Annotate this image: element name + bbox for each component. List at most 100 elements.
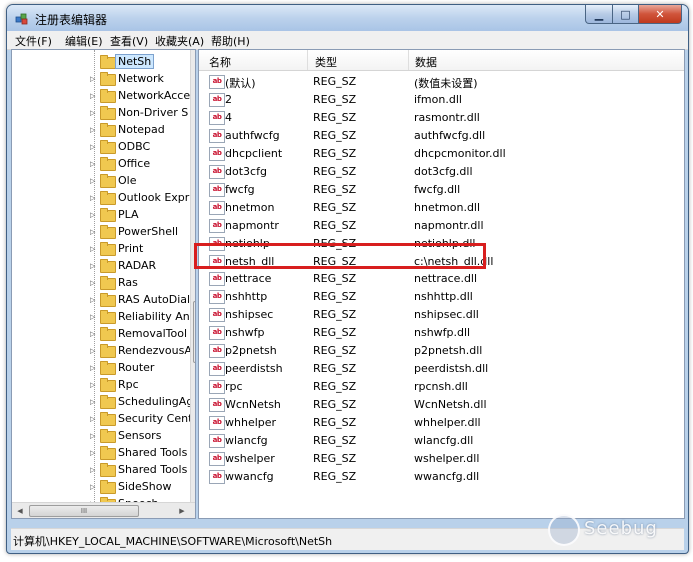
tree-item[interactable]: ▷ RADAR: [12, 258, 195, 274]
list-row[interactable]: ab napmontr REG_SZ napmontr.dll: [199, 216, 684, 234]
list-row[interactable]: ab wlancfg REG_SZ wlancfg.dll: [199, 431, 684, 449]
list-row[interactable]: ab wshelper REG_SZ wshelper.dll: [199, 449, 684, 467]
menu-help[interactable]: 帮助(H): [211, 33, 250, 49]
tree-item[interactable]: ▷ RemovalTool: [12, 326, 195, 342]
list-row[interactable]: ab wwancfg REG_SZ wwancfg.dll: [199, 467, 684, 485]
scroll-up-arrow-icon[interactable]: ▲: [191, 50, 195, 66]
column-header-type[interactable]: 类型: [315, 54, 337, 70]
tree-vertical-scroll-thumb[interactable]: [193, 301, 195, 363]
tree-item[interactable]: ▷ Shared Tools: [12, 462, 195, 478]
scroll-down-arrow-icon[interactable]: ▼: [191, 486, 195, 502]
expand-arrow-icon[interactable]: ▷: [90, 126, 98, 134]
expand-arrow-icon[interactable]: ▷: [90, 177, 98, 185]
expand-arrow-icon[interactable]: ▷: [90, 296, 98, 304]
list-row[interactable]: ab whhelper REG_SZ whhelper.dll: [199, 413, 684, 431]
expand-arrow-icon[interactable]: ▷: [90, 330, 98, 338]
list-row[interactable]: ab 2 REG_SZ ifmon.dll: [199, 90, 684, 108]
reg-sz-icon: ab: [209, 128, 225, 143]
list-row[interactable]: ab dot3cfg REG_SZ dot3cfg.dll: [199, 162, 684, 180]
tree-item[interactable]: ▷ Ole: [12, 173, 195, 189]
list-row[interactable]: ab nshipsec REG_SZ nshipsec.dll: [199, 305, 684, 323]
tree-item[interactable]: ▷ Notepad: [12, 122, 195, 138]
tree-item[interactable]: ▷ PowerShell: [12, 224, 195, 240]
tree-item[interactable]: ▷ Reliability Ana: [12, 309, 195, 325]
expand-arrow-icon[interactable]: ▷: [90, 313, 98, 321]
tree-item[interactable]: ▷ ODBC: [12, 139, 195, 155]
value-type: REG_SZ: [313, 451, 357, 465]
expand-arrow-icon[interactable]: ▷: [90, 92, 98, 100]
tree-horizontal-scroll-thumb[interactable]: III: [29, 505, 139, 517]
expand-arrow-icon[interactable]: ▷: [90, 381, 98, 389]
expand-arrow-icon[interactable]: ▷: [90, 160, 98, 168]
tree-item[interactable]: ▷ PLA: [12, 207, 195, 223]
expand-arrow-icon[interactable]: ▷: [90, 398, 98, 406]
column-divider[interactable]: [307, 50, 308, 70]
expand-arrow-icon[interactable]: ▷: [90, 228, 98, 236]
scroll-right-arrow-icon[interactable]: ▶: [174, 503, 190, 518]
tree-item[interactable]: ▷ SideShow: [12, 479, 195, 495]
list-row[interactable]: ab dhcpclient REG_SZ dhcpcmonitor.dll: [199, 144, 684, 162]
column-header-name[interactable]: 名称: [209, 54, 231, 70]
expand-arrow-icon[interactable]: ▷: [90, 75, 98, 83]
minimize-button[interactable]: ▁: [585, 5, 613, 24]
close-button[interactable]: ✕: [639, 5, 682, 24]
maximize-icon: □: [620, 7, 631, 21]
expand-arrow-icon[interactable]: ▷: [90, 415, 98, 423]
tree-item[interactable]: ▷ Print: [12, 241, 195, 257]
tree-item[interactable]: ▷ RendezvousA: [12, 343, 195, 359]
expand-arrow-icon[interactable]: ▷: [90, 483, 98, 491]
tree-item[interactable]: ▷ Office: [12, 156, 195, 172]
tree-item[interactable]: ▷ Network: [12, 71, 195, 87]
list-row[interactable]: ab authfwcfg REG_SZ authfwcfg.dll: [199, 126, 684, 144]
tree-item[interactable]: ▷ RAS AutoDial: [12, 292, 195, 308]
list-row[interactable]: ab (默认) REG_SZ (数值未设置): [199, 72, 684, 90]
menu-favorites[interactable]: 收藏夹(A): [155, 33, 204, 49]
tree-item[interactable]: ▷ Sensors: [12, 428, 195, 444]
expand-arrow-icon[interactable]: ▷: [90, 109, 98, 117]
expand-arrow-icon[interactable]: ▷: [90, 194, 98, 202]
list-row[interactable]: ab rpc REG_SZ rpcnsh.dll: [199, 377, 684, 395]
menu-edit[interactable]: 编辑(E): [65, 33, 103, 49]
tree-horizontal-scrollbar[interactable]: ◀ III ▶: [12, 502, 195, 518]
tree-item[interactable]: ▷ Security Cent: [12, 411, 195, 427]
tree-item[interactable]: ▷ SchedulingAg: [12, 394, 195, 410]
expand-arrow-icon[interactable]: ▷: [90, 279, 98, 287]
list-row[interactable]: ab nshwfp REG_SZ nshwfp.dll: [199, 323, 684, 341]
tree-item[interactable]: ▷ Rpc: [12, 377, 195, 393]
expand-arrow-icon[interactable]: ▷: [90, 211, 98, 219]
tree-item[interactable]: ▷ Router: [12, 360, 195, 376]
expand-arrow-icon[interactable]: ▷: [90, 262, 98, 270]
list-row[interactable]: ab WcnNetsh REG_SZ WcnNetsh.dll: [199, 395, 684, 413]
title-bar[interactable]: 注册表编辑器 ▁ □ ✕: [7, 5, 688, 31]
tree-vertical-scrollbar[interactable]: ▲ ▼: [190, 50, 195, 502]
expand-arrow-icon[interactable]: ▷: [90, 347, 98, 355]
registry-values-list[interactable]: 名称 类型 数据 ab (默认) REG_SZ (数值未设置) ab 2 REG_SZ ifm…: [198, 49, 685, 519]
maximize-button[interactable]: □: [613, 5, 639, 24]
expand-arrow-icon[interactable]: ▷: [90, 449, 98, 457]
tree-item[interactable]: ▷ Shared Tools: [12, 445, 195, 461]
list-row[interactable]: ab nshhttp REG_SZ nshhttp.dll: [199, 287, 684, 305]
menu-bar: 文件(F) 编辑(E) 查看(V) 收藏夹(A) 帮助(H): [7, 31, 688, 50]
menu-view[interactable]: 查看(V): [110, 33, 148, 49]
registry-key-tree[interactable]: NetSh ▷ Network ▷ NetworkAcce ▷ Non-Driver S ▷ N…: [11, 49, 196, 519]
expand-arrow-icon[interactable]: ▷: [90, 364, 98, 372]
list-row[interactable]: ab hnetmon REG_SZ hnetmon.dll: [199, 198, 684, 216]
list-row[interactable]: ab peerdistsh REG_SZ peerdistsh.dll: [199, 359, 684, 377]
menu-file[interactable]: 文件(F): [15, 33, 52, 49]
list-row[interactable]: ab nettrace REG_SZ nettrace.dll: [199, 269, 684, 287]
expand-arrow-icon[interactable]: ▷: [90, 245, 98, 253]
expand-arrow-icon[interactable]: ▷: [90, 432, 98, 440]
list-row[interactable]: ab 4 REG_SZ rasmontr.dll: [199, 108, 684, 126]
list-row[interactable]: ab p2pnetsh REG_SZ p2pnetsh.dll: [199, 341, 684, 359]
expand-arrow-icon[interactable]: ▷: [90, 143, 98, 151]
tree-item[interactable]: ▷ Non-Driver S: [12, 105, 195, 121]
column-divider[interactable]: [408, 50, 409, 70]
tree-item[interactable]: ▷ Ras: [12, 275, 195, 291]
tree-item[interactable]: ▷ Outlook Expr: [12, 190, 195, 206]
list-row[interactable]: ab fwcfg REG_SZ fwcfg.dll: [199, 180, 684, 198]
scroll-left-arrow-icon[interactable]: ◀: [12, 503, 28, 518]
tree-item[interactable]: ▷ NetworkAcce: [12, 88, 195, 104]
expand-arrow-icon[interactable]: ▷: [90, 466, 98, 474]
tree-item[interactable]: NetSh: [12, 54, 195, 70]
column-header-data[interactable]: 数据: [415, 54, 437, 70]
